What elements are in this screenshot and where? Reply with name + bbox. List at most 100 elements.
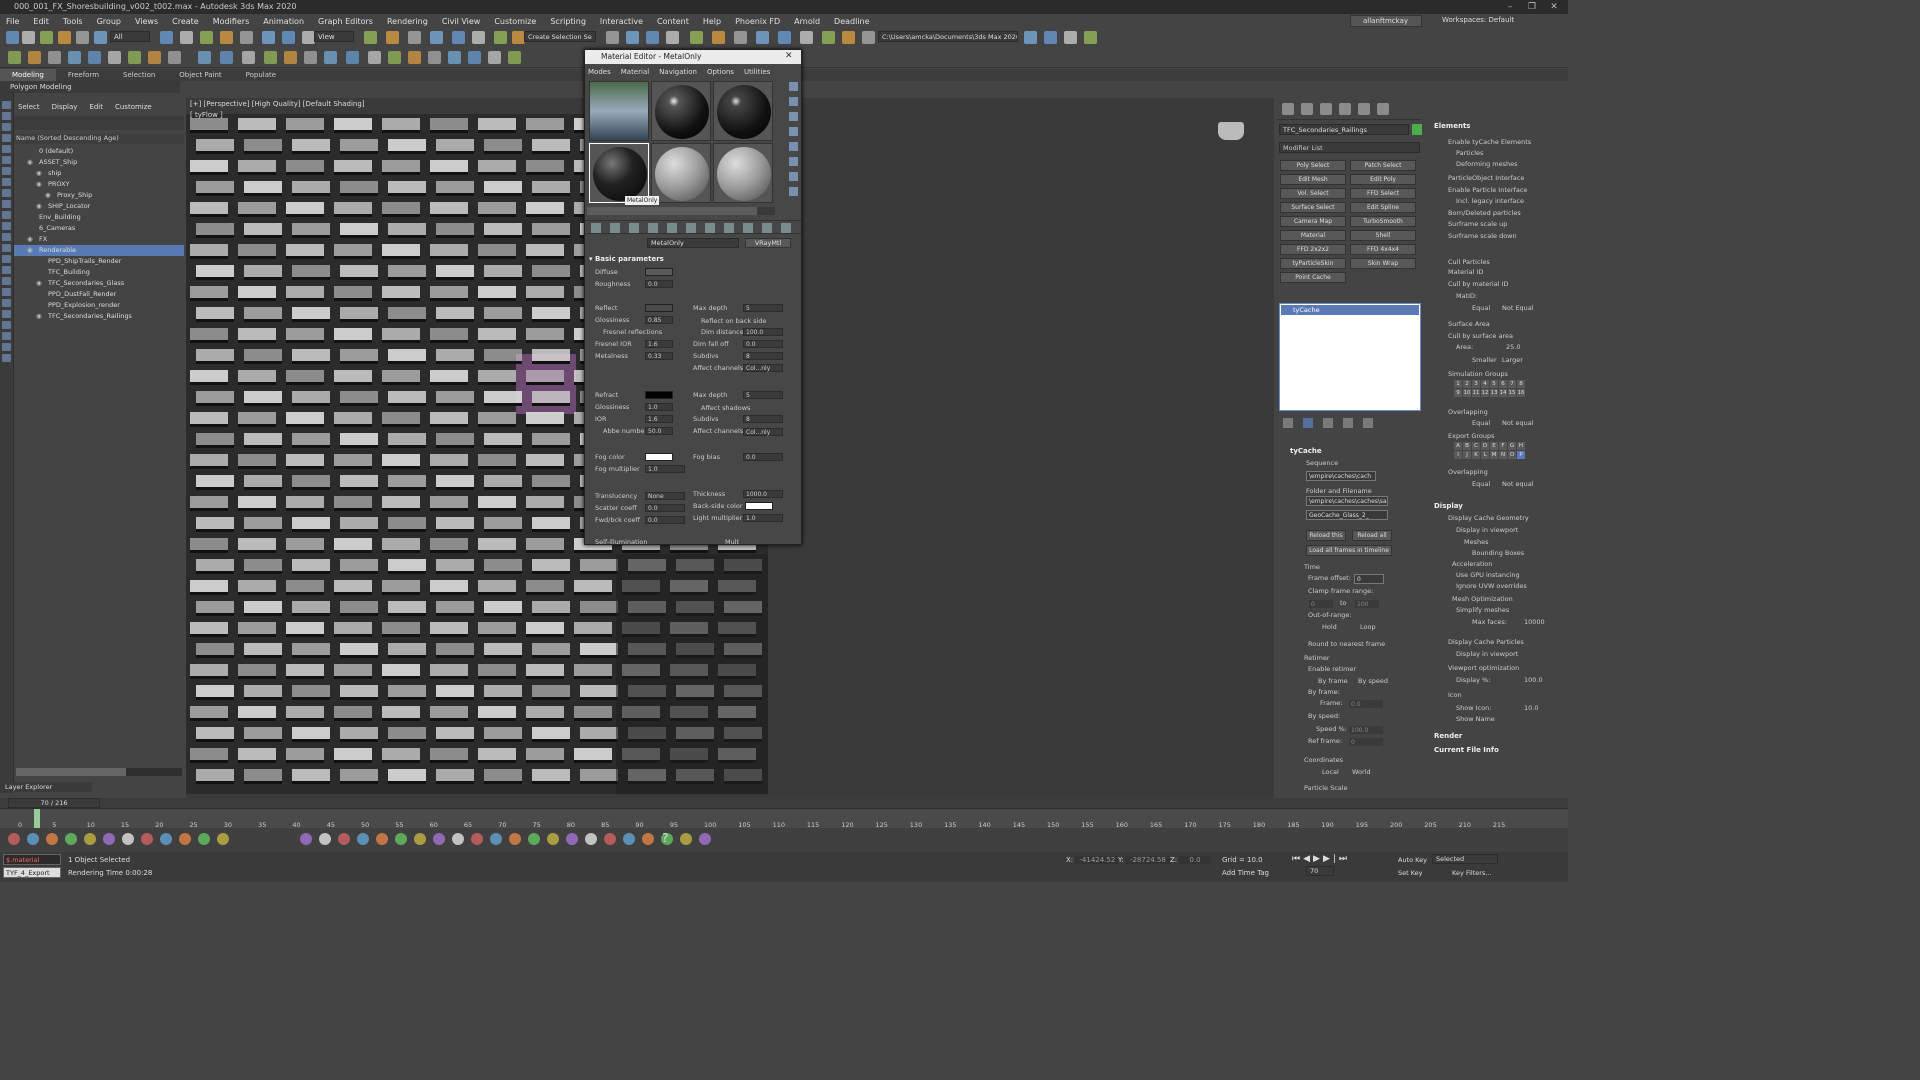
explorer-filter-icon[interactable] [2, 178, 11, 186]
material-tool-icon[interactable] [762, 223, 772, 233]
tool-shelf-icon[interactable] [357, 833, 369, 845]
viewport-label[interactable]: [+] [Perspective] [High Quality] [Defaul… [190, 100, 365, 108]
key-filters-button[interactable]: Key Filters... [1452, 869, 1492, 877]
tool-shelf-icon[interactable] [103, 833, 115, 845]
material-type-button[interactable]: VRayMtl [745, 238, 791, 248]
ref-frame-field[interactable]: 0 [1348, 737, 1384, 747]
fresnel-reflections-checkbox[interactable]: Fresnel reflections [603, 328, 662, 336]
tool-shelf-icon[interactable] [376, 833, 388, 845]
elements-equal[interactable]: Equal [1472, 304, 1490, 312]
toolbar-tool-icon[interactable] [778, 31, 791, 44]
metalness-field[interactable]: 0.33 [645, 352, 673, 360]
selection-filter-dropdown[interactable]: All [110, 31, 150, 42]
display-icon[interactable]: Icon [1448, 691, 1462, 699]
modifier-button[interactable]: Camera Map [1280, 216, 1346, 227]
toolbar-create-icon[interactable] [284, 51, 297, 64]
toolbar-tool-icon[interactable] [200, 31, 213, 44]
material-tool-icon[interactable] [686, 223, 696, 233]
display-in-viewport2[interactable]: Display in viewport [1456, 650, 1518, 658]
toolbar-tool-icon[interactable] [430, 31, 443, 44]
sample-slot-tool-icon[interactable] [789, 112, 798, 121]
sample-slot-tool-icon[interactable] [789, 172, 798, 181]
elements-equal3[interactable]: Equal [1472, 480, 1490, 488]
tool-shelf-icon[interactable] [528, 833, 540, 845]
explorer-filter-icon[interactable] [2, 112, 11, 120]
explorer-filter-icon[interactable] [2, 266, 11, 274]
sim-group-toggle[interactable]: 12 [1481, 389, 1489, 397]
matedit-menu-0[interactable]: Modes [588, 66, 611, 78]
dim-falloff-field[interactable]: 0.0 [743, 340, 783, 348]
modifier-button[interactable]: FFD Select [1350, 188, 1416, 199]
toolbar-create-icon[interactable] [408, 51, 421, 64]
material-slot[interactable] [589, 81, 649, 141]
menu-item-5[interactable]: Create [172, 17, 199, 26]
elements-enable-pi[interactable]: Enable Particle Interface [1448, 186, 1527, 194]
show-end-result-icon[interactable] [1303, 418, 1313, 428]
elements-sim-groups[interactable]: Simulation Groups [1448, 370, 1508, 378]
export-group-toggle[interactable]: N [1499, 451, 1507, 459]
display-show-name[interactable]: Show Name [1456, 715, 1495, 723]
scene-row[interactable]: 0 (default) [14, 146, 184, 157]
toolbar-tool-icon[interactable] [822, 31, 835, 44]
slots-scrollbar[interactable] [587, 207, 775, 215]
eye-icon[interactable]: ◉ [27, 234, 35, 245]
ribbon-polygon-modeling[interactable]: Polygon Modeling [0, 81, 180, 93]
ribbon-tab-1[interactable]: Freeform [56, 69, 111, 81]
by-frame-radio[interactable]: By frame [1318, 677, 1348, 685]
modifier-button[interactable]: Edit Spline [1350, 202, 1416, 213]
menu-item-3[interactable]: Group [97, 17, 121, 26]
material-slot[interactable] [589, 143, 649, 203]
elements-incl-legacy[interactable]: Incl. legacy interface [1456, 197, 1524, 205]
close-button[interactable]: ✕ [1544, 0, 1564, 14]
explorer-filter-icon[interactable] [2, 123, 11, 131]
current-frame-field[interactable]: 70 [1306, 866, 1334, 876]
toolbar-create-icon[interactable] [304, 51, 317, 64]
scene-row[interactable]: PPD_Explosion_render [14, 300, 184, 311]
sim-group-toggle[interactable]: 5 [1490, 380, 1498, 388]
export-group-toggle[interactable]: C [1472, 442, 1480, 450]
export-group-toggle[interactable]: O [1508, 451, 1516, 459]
material-slot[interactable] [651, 81, 711, 141]
explorer-filter-icon[interactable] [2, 101, 11, 109]
remove-modifier-icon[interactable] [1343, 418, 1353, 428]
maximize-button[interactable]: ❐ [1522, 0, 1542, 14]
matedit-menu-2[interactable]: Navigation [659, 66, 697, 78]
toolbar-create-icon[interactable] [242, 51, 255, 64]
loop-radio[interactable]: Loop [1360, 623, 1376, 631]
modifier-button[interactable]: FFD 4x4x4 [1350, 244, 1416, 255]
reflect-color-swatch[interactable] [645, 304, 673, 312]
toolbar-tool-icon[interactable] [1064, 31, 1077, 44]
scene-menu-0[interactable]: Select [18, 100, 40, 114]
display-max-faces-value[interactable]: 10000 [1524, 618, 1545, 626]
toolbar-tool-icon[interactable] [6, 31, 19, 44]
elements-deforming[interactable]: Deforming meshes [1456, 160, 1518, 168]
load-all-frames-button[interactable]: Load all frames in timeline [1306, 545, 1392, 556]
toolbar-create-icon[interactable] [108, 51, 121, 64]
menu-item-10[interactable]: Civil View [442, 17, 481, 26]
toolbar-tool-icon[interactable] [58, 31, 71, 44]
display-cache-geom[interactable]: Display Cache Geometry [1448, 514, 1529, 522]
toolbar-tool-icon[interactable] [1084, 31, 1097, 44]
explorer-filter-icon[interactable] [2, 343, 11, 351]
sim-group-toggle[interactable]: 6 [1499, 380, 1507, 388]
scene-menu-2[interactable]: Edit [89, 100, 103, 114]
simulation-groups-grid[interactable]: 1 2 3 4 5 6 7 8 9 10 11 12 13 14 15 16 [1454, 380, 1525, 397]
reflect-back-side-label[interactable]: Reflect on back side [701, 317, 767, 325]
tool-shelf-icon[interactable] [319, 833, 331, 845]
tool-shelf-icon[interactable] [27, 833, 39, 845]
tool-shelf-icon[interactable] [198, 833, 210, 845]
ribbon-tab-3[interactable]: Object Paint [167, 69, 233, 81]
refract-subdivs-field[interactable]: 8 [743, 415, 783, 423]
stack-item-tycache[interactable]: tyCache [1281, 305, 1419, 315]
sim-group-toggle[interactable]: 14 [1499, 389, 1507, 397]
toolbar-create-icon[interactable] [168, 51, 181, 64]
render-rollout[interactable]: Render [1434, 732, 1462, 740]
folder-path-field[interactable]: \empire\caches\caches\sa [1306, 496, 1388, 506]
matedit-menu-3[interactable]: Options [707, 66, 734, 78]
toolbar-create-icon[interactable] [198, 51, 211, 64]
tool-shelf-icon[interactable] [623, 833, 635, 845]
elements-not-equal2[interactable]: Not equal [1502, 419, 1534, 427]
diffuse-color-swatch[interactable] [645, 268, 673, 276]
menu-item-14[interactable]: Content [657, 17, 689, 26]
material-tool-icon[interactable] [724, 223, 734, 233]
